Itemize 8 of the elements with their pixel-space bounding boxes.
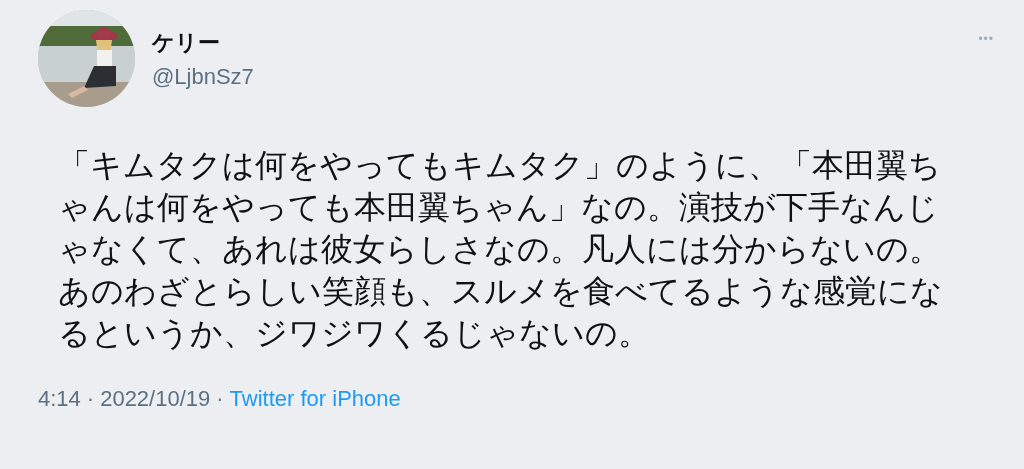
author-name[interactable]: ケリー — [152, 27, 979, 58]
separator-dot: · — [216, 386, 224, 412]
source-link[interactable]: Twitter for iPhone — [229, 386, 401, 412]
tweet-text: 「キムタクは何をやってもキムタク」のように、「本田翼ちゃんは何をやっても本田翼ちゃん」なの。演技が下手なんじゃなくて、あれは彼女らしさなの。凡人には分からないの。あのわざとらしい笑顔も、スルメを食べてるような感覚になるというか、ジワジワくるじゃないの。 — [58, 146, 944, 353]
separator-dot: · — [86, 386, 95, 412]
author-handle[interactable]: @LjbnSz7 — [152, 63, 979, 90]
tweet-date: 2022/10/19 — [100, 386, 211, 412]
tweet-time: 4:14 — [38, 386, 81, 412]
